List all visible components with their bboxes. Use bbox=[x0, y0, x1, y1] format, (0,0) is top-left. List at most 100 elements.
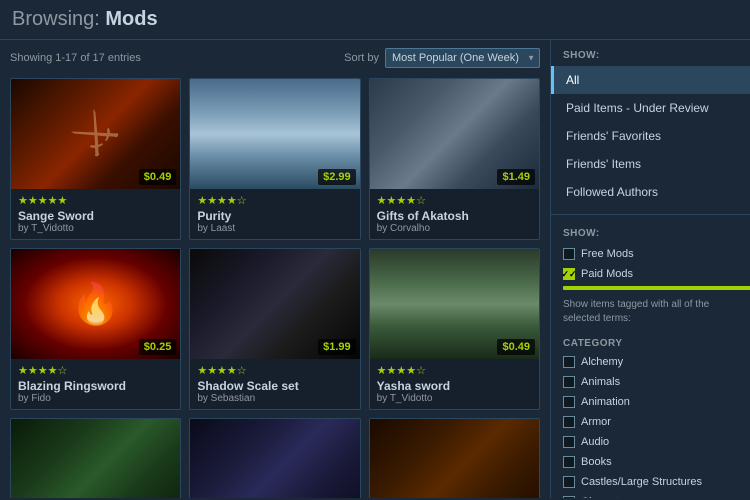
mod-card-purity[interactable]: $2.99 ★★★★☆ Purity by Laast bbox=[189, 78, 360, 240]
layout: Showing 1-17 of 17 entries Sort by Most … bbox=[0, 40, 750, 498]
sort-dropdown[interactable]: Most Popular (One Week) Most Popular (Al… bbox=[385, 48, 540, 68]
mod-stars-yasha: ★★★★☆ bbox=[377, 364, 532, 377]
sidebar-item-paid-under-review[interactable]: Paid Items - Under Review bbox=[551, 94, 750, 122]
mod-thumb-blazing: $0.25 bbox=[11, 249, 180, 359]
mod-name-shadow: Shadow Scale set bbox=[197, 379, 352, 393]
mod-author-purity: by Laast bbox=[197, 223, 352, 234]
category-item-characters[interactable]: Characters bbox=[551, 492, 750, 498]
paid-mods-label: Paid Mods bbox=[581, 268, 738, 280]
mod-card-extra1[interactable]: $0.99 ★★★☆☆ Dragon Scales by ModAuthor bbox=[10, 418, 181, 498]
mod-stars-blazing: ★★★★☆ bbox=[18, 364, 173, 377]
mod-info-blazing: ★★★★☆ Blazing Ringsword by Fido bbox=[11, 359, 180, 409]
sidebar-item-all[interactable]: All bbox=[551, 66, 750, 94]
mod-card-blazing[interactable]: $0.25 ★★★★☆ Blazing Ringsword by Fido bbox=[10, 248, 181, 410]
mod-thumb-yasha: $0.49 bbox=[370, 249, 539, 359]
category-checkbox[interactable] bbox=[563, 356, 575, 368]
mod-name-blazing: Blazing Ringsword bbox=[18, 379, 173, 393]
price-badge-akatosh: $1.49 bbox=[497, 169, 535, 185]
price-badge-yasha: $0.49 bbox=[497, 339, 535, 355]
category-checkbox[interactable] bbox=[563, 476, 575, 488]
category-checkbox[interactable] bbox=[563, 376, 575, 388]
paid-mods-checkbox[interactable]: ✓ bbox=[563, 268, 575, 280]
category-checkbox[interactable] bbox=[563, 416, 575, 428]
free-mods-checkbox[interactable] bbox=[563, 248, 575, 260]
page-header: Browsing: Mods bbox=[0, 0, 750, 40]
mod-name-purity: Purity bbox=[197, 209, 352, 223]
show-items-text: Show items tagged with all of the select… bbox=[551, 294, 750, 334]
category-checkbox[interactable] bbox=[563, 456, 575, 468]
toolbar: Showing 1-17 of 17 entries Sort by Most … bbox=[10, 48, 540, 68]
free-mods-label: Free Mods bbox=[581, 248, 634, 260]
category-item-audio[interactable]: Audio bbox=[551, 432, 750, 452]
category-checkbox[interactable] bbox=[563, 436, 575, 448]
mod-author-akatosh: by Corvalho bbox=[377, 223, 532, 234]
mod-author-shadow: by Sebastian bbox=[197, 393, 352, 404]
category-label-text: Alchemy bbox=[581, 356, 623, 368]
free-mods-checkbox-item[interactable]: Free Mods bbox=[551, 244, 750, 264]
category-label: CATEGORY bbox=[551, 334, 750, 352]
sidebar-item-friends-favorites[interactable]: Friends' Favorites bbox=[551, 122, 750, 150]
mod-card-extra2[interactable]: $1.49 ★★★★☆ Dark Armor by AnotherMod bbox=[189, 418, 360, 498]
sidebar-show-label: SHOW: bbox=[551, 50, 750, 66]
paid-mods-checkbox-item[interactable]: ✓ Paid Mods bbox=[551, 264, 750, 284]
category-item-alchemy[interactable]: Alchemy bbox=[551, 352, 750, 372]
category-checkbox[interactable] bbox=[563, 496, 575, 498]
mod-card-shadow[interactable]: $1.99 ★★★★☆ Shadow Scale set by Sebastia… bbox=[189, 248, 360, 410]
category-label-text: Animation bbox=[581, 396, 630, 408]
mod-name-sange: Sange Sword bbox=[18, 209, 173, 223]
category-label-text: Characters bbox=[581, 496, 635, 498]
mod-thumb-extra3: $0.75 bbox=[370, 419, 539, 498]
mod-thumb-sange: $0.49 bbox=[11, 79, 180, 189]
mod-author-sange: by T_Vidotto bbox=[18, 223, 173, 234]
category-item-books[interactable]: Books bbox=[551, 452, 750, 472]
sidebar-item-followed-authors[interactable]: Followed Authors bbox=[551, 178, 750, 206]
mod-thumb-extra2: $1.49 bbox=[190, 419, 359, 498]
price-badge-blazing: $0.25 bbox=[139, 339, 177, 355]
price-badge-shadow: $1.99 bbox=[318, 339, 356, 355]
sidebar-divider-1 bbox=[551, 214, 750, 215]
category-label-text: Armor bbox=[581, 416, 611, 428]
sort-label: Sort by bbox=[344, 52, 379, 64]
mod-card-sange[interactable]: $0.49 ★★★★★ Sange Sword by T_Vidotto bbox=[10, 78, 181, 240]
category-checkbox[interactable] bbox=[563, 396, 575, 408]
sidebar-item-friends-items[interactable]: Friends' Items bbox=[551, 150, 750, 178]
mod-thumb-akatosh: $1.49 bbox=[370, 79, 539, 189]
mod-name-akatosh: Gifts of Akatosh bbox=[377, 209, 532, 223]
price-badge-purity: $2.99 bbox=[318, 169, 356, 185]
sidebar-show-label-2: SHOW: bbox=[551, 223, 750, 244]
category-label-text: Audio bbox=[581, 436, 609, 448]
mod-info-purity: ★★★★☆ Purity by Laast bbox=[190, 189, 359, 239]
mod-info-yasha: ★★★★☆ Yasha sword by T_Vidotto bbox=[370, 359, 539, 409]
category-item-animals[interactable]: Animals bbox=[551, 372, 750, 392]
mod-info-akatosh: ★★★★☆ Gifts of Akatosh by Corvalho bbox=[370, 189, 539, 239]
category-item-armor[interactable]: Armor bbox=[551, 412, 750, 432]
main-content: Showing 1-17 of 17 entries Sort by Most … bbox=[0, 40, 550, 498]
mod-card-akatosh[interactable]: $1.49 ★★★★☆ Gifts of Akatosh by Corvalho bbox=[369, 78, 540, 240]
category-list: Alchemy Animals Animation Armor Audio Bo… bbox=[551, 352, 750, 498]
mod-stars-akatosh: ★★★★☆ bbox=[377, 194, 532, 207]
mod-thumb-purity: $2.99 bbox=[190, 79, 359, 189]
mod-name-yasha: Yasha sword bbox=[377, 379, 532, 393]
sort-row: Sort by Most Popular (One Week) Most Pop… bbox=[344, 48, 540, 68]
price-badge-sange: $0.49 bbox=[139, 169, 177, 185]
paid-mods-bar-fill bbox=[563, 286, 750, 290]
section-label: Mods bbox=[105, 8, 157, 30]
browsing-label: Browsing: bbox=[12, 8, 100, 30]
mod-thumb-extra1: $0.99 bbox=[11, 419, 180, 498]
mod-card-extra3[interactable]: $0.75 ★★★☆☆ Fire Spells by SpellAuthor bbox=[369, 418, 540, 498]
category-label-text: Books bbox=[581, 456, 612, 468]
category-label-text: Animals bbox=[581, 376, 620, 388]
mod-author-yasha: by T_Vidotto bbox=[377, 393, 532, 404]
mod-stars-purity: ★★★★☆ bbox=[197, 194, 352, 207]
category-item-animation[interactable]: Animation bbox=[551, 392, 750, 412]
sort-wrapper[interactable]: Most Popular (One Week) Most Popular (Al… bbox=[385, 48, 540, 68]
category-item-castles-large-structures[interactable]: Castles/Large Structures bbox=[551, 472, 750, 492]
mod-card-yasha[interactable]: $0.49 ★★★★☆ Yasha sword by T_Vidotto bbox=[369, 248, 540, 410]
category-label-text: Castles/Large Structures bbox=[581, 476, 702, 488]
mod-stars-sange: ★★★★★ bbox=[18, 194, 173, 207]
mod-thumb-shadow: $1.99 bbox=[190, 249, 359, 359]
page-title: Browsing: Mods bbox=[12, 8, 738, 31]
mod-author-blazing: by Fido bbox=[18, 393, 173, 404]
mod-grid: $0.49 ★★★★★ Sange Sword by T_Vidotto $2.… bbox=[10, 78, 540, 498]
sidebar: SHOW: All Paid Items - Under Review Frie… bbox=[550, 40, 750, 498]
